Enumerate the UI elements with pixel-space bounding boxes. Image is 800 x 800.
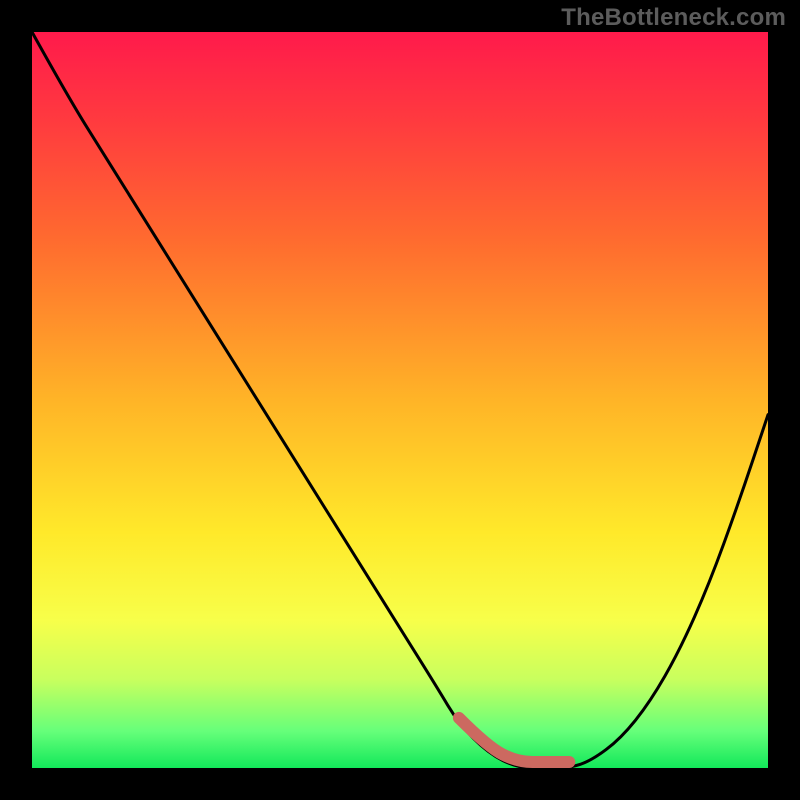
bottleneck-curve-path	[32, 32, 768, 768]
chart-frame: TheBottleneck.com	[0, 0, 800, 800]
watermark-text: TheBottleneck.com	[561, 4, 786, 32]
trough-highlight-path	[459, 718, 569, 762]
curve-layer	[32, 32, 768, 768]
plot-area	[32, 32, 768, 768]
